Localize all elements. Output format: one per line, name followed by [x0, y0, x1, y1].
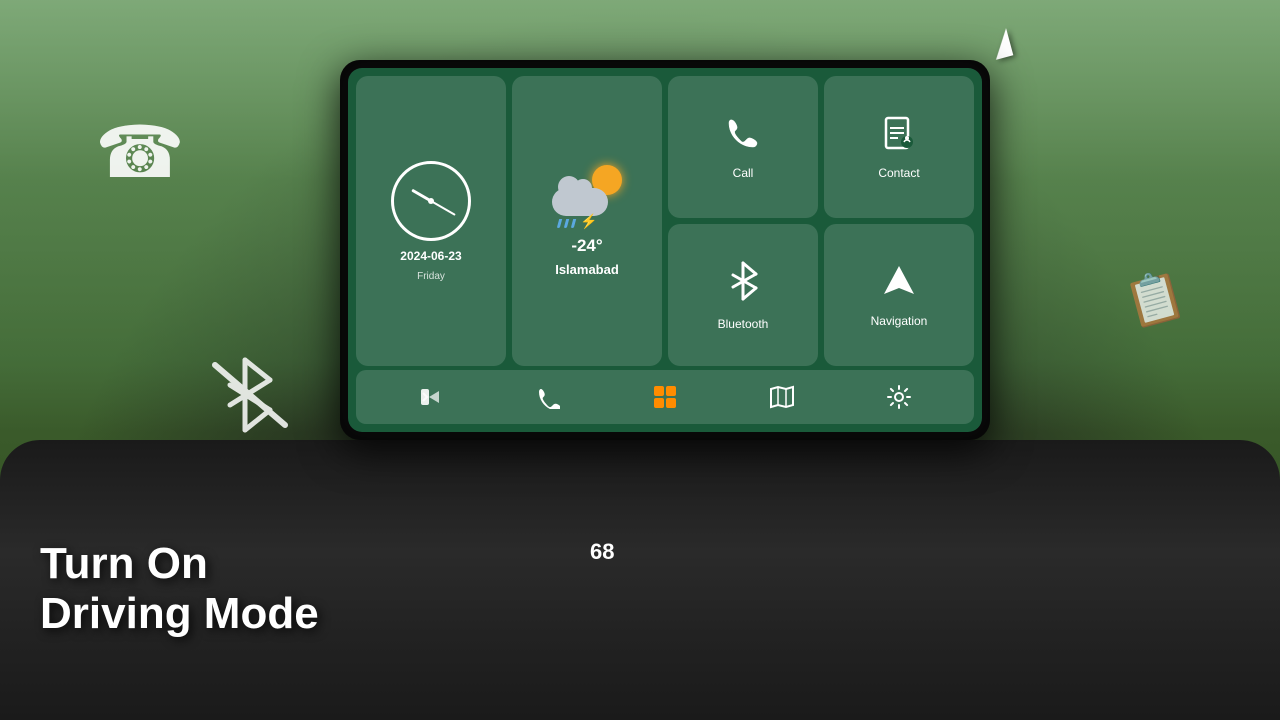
contact-label: Contact	[878, 166, 919, 180]
decorative-bluetooth	[210, 350, 290, 445]
nav-btn-back[interactable]	[413, 379, 449, 415]
call-label: Call	[733, 166, 754, 180]
screen-main-grid: 2024-06-23 Friday	[356, 76, 974, 366]
rain-drops	[558, 219, 575, 228]
infotainment-screen: 2024-06-23 Friday	[348, 68, 982, 432]
clock-face	[391, 161, 471, 241]
widget-clock: 2024-06-23 Friday	[356, 76, 506, 366]
tile-bluetooth[interactable]: Bluetooth	[668, 224, 818, 366]
raindrop-1	[557, 219, 562, 228]
raindrop-2	[564, 219, 569, 228]
weather-temp: -24°	[571, 236, 602, 256]
weather-icon-area: ⚡	[552, 165, 622, 230]
raindrop-3	[571, 219, 576, 228]
navigation-label: Navigation	[871, 314, 928, 328]
call-icon	[724, 114, 762, 160]
tile-contact[interactable]: Contact	[824, 76, 974, 218]
clock-minute-hand	[431, 200, 456, 216]
headline-container: Turn On Driving Mode	[40, 539, 319, 640]
contact-icon	[880, 114, 918, 160]
weather-city: Islamabad	[555, 262, 619, 277]
nav-btn-home[interactable]	[647, 379, 683, 415]
nav-btn-settings[interactable]	[881, 379, 917, 415]
tile-navigation[interactable]: Navigation	[824, 224, 974, 366]
temp-display: 68	[590, 539, 614, 565]
nav-btn-phone[interactable]	[530, 379, 566, 415]
cloud-body	[552, 188, 608, 216]
tile-call[interactable]: Call	[668, 76, 818, 218]
screen-bezel: 2024-06-23 Friday	[340, 60, 990, 440]
nav-btn-map[interactable]	[764, 379, 800, 415]
clock-date: 2024-06-23	[400, 249, 461, 263]
widget-weather: ⚡ -24° Islamabad	[512, 76, 662, 366]
clock-center-dot	[428, 198, 434, 204]
headline-line1: Turn On	[40, 539, 319, 590]
bluetooth-label: Bluetooth	[718, 317, 769, 331]
headline-line2: Driving Mode	[40, 589, 319, 640]
bluetooth-icon	[724, 259, 762, 311]
decorative-phone-left: ☎	[95, 110, 185, 194]
nav-bar	[356, 370, 974, 424]
lightning-icon: ⚡	[580, 213, 597, 230]
clock-day: Friday	[417, 271, 445, 282]
cloud-bump2	[574, 179, 592, 197]
navigation-icon	[880, 262, 918, 308]
